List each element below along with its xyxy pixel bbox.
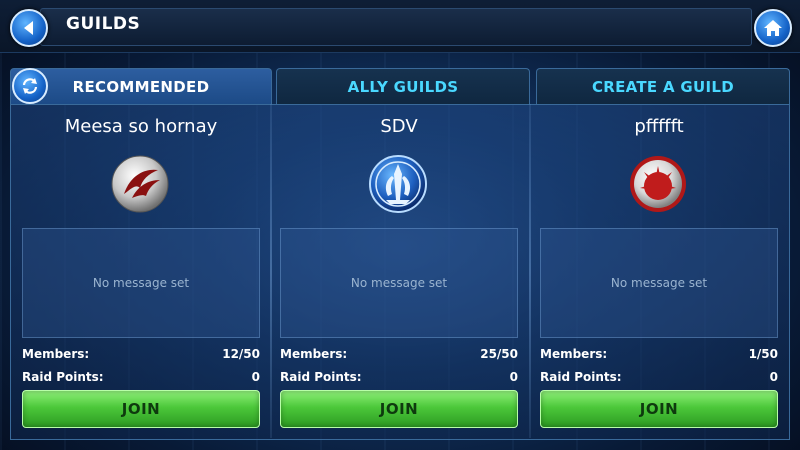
raid-points-value: 0 bbox=[509, 370, 518, 384]
refresh-button[interactable] bbox=[12, 68, 48, 104]
join-button[interactable]: JOIN bbox=[22, 390, 260, 428]
raid-points-label: Raid Points: bbox=[22, 370, 104, 384]
members-value: 12/50 bbox=[222, 347, 260, 361]
back-button[interactable] bbox=[10, 9, 48, 47]
guild-card: Meesa so hornay No message set Members: … bbox=[12, 104, 270, 438]
members-value: 1/50 bbox=[748, 347, 778, 361]
page-title: GUILDS bbox=[66, 14, 141, 34]
raid-points-value: 0 bbox=[769, 370, 778, 384]
guild-name: SDV bbox=[380, 116, 418, 137]
raid-points-label: Raid Points: bbox=[280, 370, 362, 384]
back-arrow-icon bbox=[24, 21, 33, 35]
guild-message-box: No message set bbox=[540, 228, 778, 338]
guild-card: pffffft No message set Members: 1/50 Rai… bbox=[530, 104, 788, 438]
guild-message-box: No message set bbox=[22, 228, 260, 338]
tab-ally-guilds[interactable]: ALLY GUILDS bbox=[276, 68, 530, 105]
members-label: Members: bbox=[22, 347, 90, 361]
home-icon bbox=[764, 20, 782, 36]
old-republic-emblem-icon bbox=[369, 155, 427, 213]
title-plate bbox=[40, 8, 752, 46]
members-label: Members: bbox=[540, 347, 608, 361]
members-label: Members: bbox=[280, 347, 348, 361]
guild-message: No message set bbox=[610, 276, 708, 290]
refresh-icon bbox=[22, 78, 38, 94]
guild-message-box: No message set bbox=[280, 228, 518, 338]
tab-recommended[interactable]: RECOMMENDED bbox=[10, 68, 272, 105]
red-burst-emblem-icon bbox=[630, 156, 686, 212]
join-button[interactable]: JOIN bbox=[280, 390, 518, 428]
join-button[interactable]: JOIN bbox=[540, 390, 778, 428]
tab-create-a-guild[interactable]: CREATE A GUILD bbox=[536, 68, 790, 105]
home-button[interactable] bbox=[754, 9, 792, 47]
guild-message: No message set bbox=[350, 276, 448, 290]
guild-name: Meesa so hornay bbox=[64, 116, 218, 137]
members-value: 25/50 bbox=[480, 347, 518, 361]
guild-card: SDV No message set Members: 25/50 Raid P… bbox=[270, 104, 528, 438]
guild-message: No message set bbox=[92, 276, 190, 290]
raid-points-label: Raid Points: bbox=[540, 370, 622, 384]
guild-name: pffffft bbox=[634, 116, 684, 137]
raid-points-value: 0 bbox=[251, 370, 260, 384]
rebel-starbird-emblem-icon bbox=[111, 155, 169, 213]
